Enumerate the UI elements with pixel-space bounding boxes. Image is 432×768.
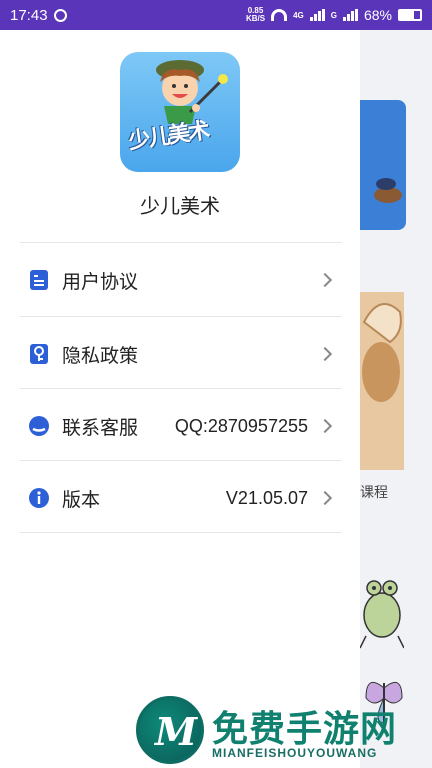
navigation-drawer: 少儿美术 少儿美术 用户协议 隐私政策 联系客服 QQ:2870957255 版… (0, 30, 360, 768)
version-number: V21.05.07 (225, 487, 308, 508)
wifi-icon (271, 9, 288, 21)
signal-2-label: G (330, 10, 337, 20)
menu-item-customer-service[interactable]: 联系客服 QQ:2870957255 (20, 390, 342, 462)
net-speed: 0.85 KB/S (246, 7, 265, 23)
chevron-right-icon (317, 490, 333, 506)
watermark-title: 免费手游网 (212, 709, 398, 750)
watermark-subtitle: MIANFEISHOUYOUWANG (212, 746, 378, 760)
chevron-right-icon (317, 418, 333, 434)
divider (20, 388, 342, 389)
divider (20, 460, 342, 461)
menu-item-version[interactable]: 版本 V21.05.07 (20, 462, 342, 534)
document-icon (28, 269, 50, 291)
app-logo: 少儿美术 (120, 52, 240, 172)
battery-icon (398, 9, 422, 21)
info-icon (28, 487, 50, 509)
qq-number: QQ:2870957255 (174, 415, 308, 436)
battery-percent: 68% (363, 7, 392, 23)
status-icons: 0.85 KB/S 4G G 68% (246, 7, 422, 23)
status-time: 17:43 (10, 6, 48, 24)
menu-item-label: 版本 (62, 488, 101, 511)
chevron-right-icon (317, 346, 333, 362)
background-app[interactable]: 课程 (360, 30, 432, 768)
divider (20, 242, 342, 243)
menu-item-label: 隐私政策 (62, 344, 139, 367)
key-icon (28, 343, 50, 365)
app-name: 少儿美术 (140, 194, 220, 218)
background-course-label: 课程 (360, 485, 388, 501)
frog-illustration (360, 580, 404, 649)
signal-1-label: 4G (293, 10, 304, 20)
alarm-icon (53, 8, 67, 22)
menu-item-label: 用户协议 (62, 270, 139, 293)
background-course-image (360, 292, 404, 470)
menu-item-user-agreement[interactable]: 用户协议 (20, 244, 342, 316)
divider (20, 532, 342, 533)
watermark-logo-icon: M (136, 696, 204, 764)
signal-icon-2 (342, 9, 358, 21)
divider (20, 316, 342, 317)
chevron-right-icon (317, 272, 333, 288)
watermark-letter: M (155, 709, 198, 754)
signal-icon (309, 9, 325, 21)
status-bar: 17:43 0.85 KB/S 4G G 68% (0, 0, 432, 30)
net-speed-unit: KB/S (245, 14, 266, 23)
watermark: M 免费手游网 MIANFEISHOUYOUWANG (136, 696, 426, 768)
background-banner (360, 100, 406, 230)
menu-item-privacy-policy[interactable]: 隐私政策 (20, 318, 342, 390)
menu-item-label: 联系客服 (62, 416, 139, 439)
service-icon (28, 415, 50, 437)
